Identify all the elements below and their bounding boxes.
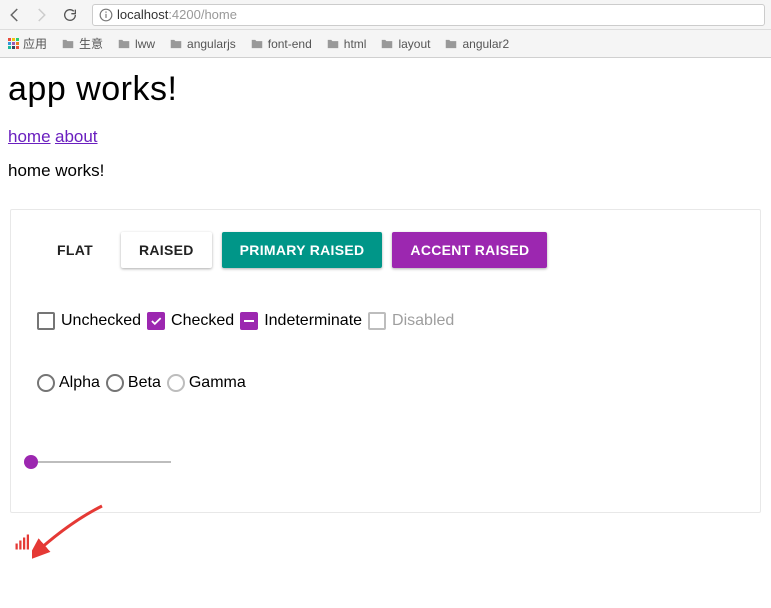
bookmark-label: angularjs (187, 37, 236, 51)
radio-icon (167, 374, 185, 392)
bookmark-label: lww (135, 37, 155, 51)
bookmark-folder[interactable]: layout (380, 37, 430, 51)
nav-links: home about (8, 127, 763, 147)
bookmark-folder[interactable]: angularjs (169, 37, 236, 51)
slider[interactable] (31, 452, 171, 472)
folder-icon (117, 37, 131, 51)
accent-raised-button[interactable]: ACCENT RAISED (392, 232, 547, 268)
folder-icon (61, 37, 75, 51)
radio-gamma[interactable]: Gamma (167, 374, 246, 392)
checkbox-checked[interactable]: Checked (147, 312, 234, 330)
home-link[interactable]: home (8, 127, 51, 146)
bookmark-folder[interactable]: lww (117, 37, 155, 51)
arrow-left-icon (6, 6, 24, 24)
forward-button[interactable] (32, 6, 50, 24)
checkbox-disabled: Disabled (368, 312, 454, 330)
checkbox-checked-icon (147, 312, 165, 330)
primary-raised-button[interactable]: PRIMARY RAISED (222, 232, 383, 268)
radio-label: Gamma (189, 374, 246, 392)
radio-row: Alpha Beta Gamma (31, 374, 740, 392)
checkbox-label: Checked (171, 312, 234, 330)
radio-icon (106, 374, 124, 392)
checkbox-row: Unchecked Checked Indeterminate Disabled (31, 312, 740, 330)
about-link[interactable]: about (55, 127, 98, 146)
bookmark-label: html (344, 37, 367, 51)
bookmark-folder[interactable]: angular2 (444, 37, 509, 51)
slider-track (31, 461, 171, 463)
bookmark-label: angular2 (462, 37, 509, 51)
checkbox-indeterminate-icon (240, 312, 258, 330)
url-rest: :4200/home (168, 7, 237, 22)
bookmark-folder[interactable]: html (326, 37, 367, 51)
bookmark-folder[interactable]: font-end (250, 37, 312, 51)
browser-toolbar: localhost:4200/home (0, 0, 771, 30)
checkbox-unchecked[interactable]: Unchecked (37, 312, 141, 330)
page-content: app works! home about home works! FLAT R… (0, 58, 771, 608)
checkbox-disabled-icon (368, 312, 386, 330)
back-button[interactable] (6, 6, 24, 24)
folder-icon (169, 37, 183, 51)
demo-card: FLAT RAISED PRIMARY RAISED ACCENT RAISED… (10, 209, 761, 513)
checkbox-label: Indeterminate (264, 312, 362, 330)
checkbox-box-icon (37, 312, 55, 330)
checkbox-indeterminate[interactable]: Indeterminate (240, 312, 362, 330)
url-host: localhost (117, 7, 168, 22)
apps-icon (8, 38, 19, 49)
checkbox-label: Unchecked (61, 312, 141, 330)
chart-icon (14, 538, 32, 555)
apps-label: 应用 (23, 35, 47, 52)
info-icon (99, 8, 113, 22)
route-text: home works! (8, 161, 763, 181)
slider-container (31, 452, 740, 472)
bookmark-label: layout (398, 37, 430, 51)
raised-button[interactable]: RAISED (121, 232, 212, 268)
apps-button[interactable]: 应用 (8, 35, 47, 52)
reload-icon (62, 7, 78, 23)
radio-beta[interactable]: Beta (106, 374, 161, 392)
reload-button[interactable] (62, 7, 78, 23)
bookmarks-bar: 应用 生意 lww angularjs font-end html layout… (0, 30, 771, 58)
footer (8, 513, 763, 596)
bookmark-label: 生意 (79, 35, 103, 52)
radio-label: Alpha (59, 374, 100, 392)
flat-button[interactable]: FLAT (39, 232, 111, 268)
bookmark-folder[interactable]: 生意 (61, 35, 103, 52)
page-title: app works! (8, 70, 763, 109)
checkbox-label: Disabled (392, 312, 454, 330)
radio-alpha[interactable]: Alpha (37, 374, 100, 392)
folder-icon (444, 37, 458, 51)
url-bar[interactable]: localhost:4200/home (92, 4, 765, 26)
radio-label: Beta (128, 374, 161, 392)
button-row: FLAT RAISED PRIMARY RAISED ACCENT RAISED (31, 232, 740, 268)
radio-icon (37, 374, 55, 392)
arrow-right-icon (32, 6, 50, 24)
folder-icon (250, 37, 264, 51)
bookmark-label: font-end (268, 37, 312, 51)
folder-icon (380, 37, 394, 51)
folder-icon (326, 37, 340, 51)
slider-thumb[interactable] (24, 455, 38, 469)
